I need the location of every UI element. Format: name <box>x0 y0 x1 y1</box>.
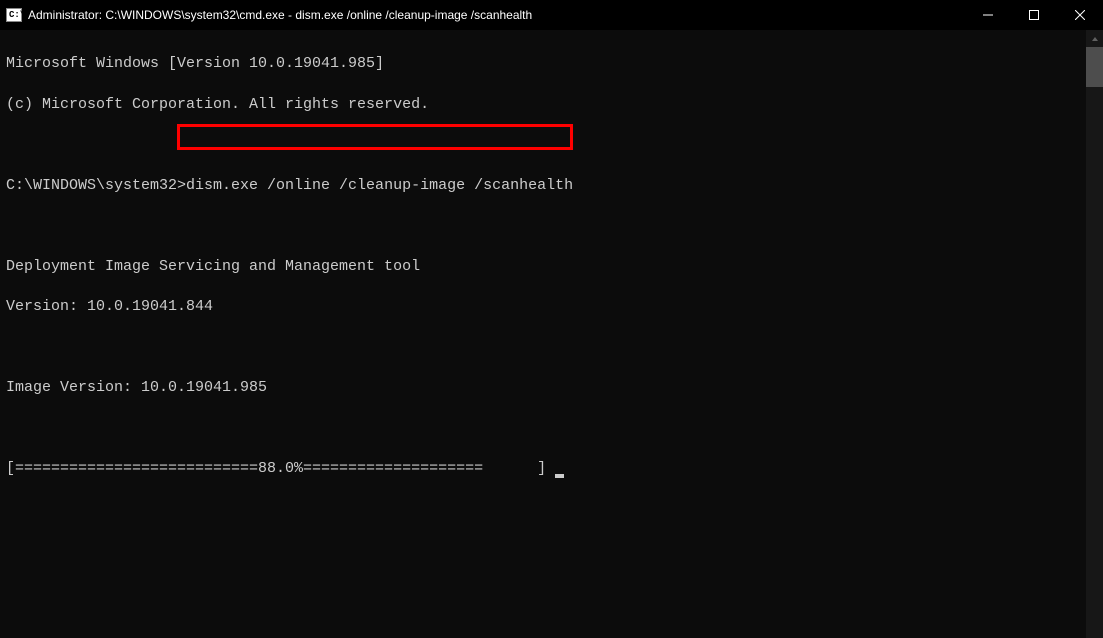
blank-line <box>6 338 1097 358</box>
maximize-button[interactable] <box>1011 0 1057 30</box>
window-titlebar[interactable]: C:\ Administrator: C:\WINDOWS\system32\c… <box>0 0 1103 30</box>
scroll-thumb[interactable] <box>1086 47 1103 87</box>
blank-line <box>6 135 1097 155</box>
cmd-icon: C:\ <box>6 8 22 22</box>
progress-bar-text: [===========================88.0%=======… <box>6 460 555 477</box>
minimize-button[interactable] <box>965 0 1011 30</box>
prompt-text: C:\WINDOWS\system32> <box>6 177 186 194</box>
cursor <box>555 474 564 478</box>
version-line: Microsoft Windows [Version 10.0.19041.98… <box>6 54 1097 74</box>
close-button[interactable] <box>1057 0 1103 30</box>
progress-line: [===========================88.0%=======… <box>6 459 1097 479</box>
window-controls <box>965 0 1103 30</box>
prompt-line: C:\WINDOWS\system32>dism.exe /online /cl… <box>6 176 1097 196</box>
blank-line <box>6 216 1097 236</box>
tool-name-line: Deployment Image Servicing and Managemen… <box>6 257 1097 277</box>
image-version-line: Image Version: 10.0.19041.985 <box>6 378 1097 398</box>
command-text: dism.exe /online /cleanup-image /scanhea… <box>186 177 573 194</box>
tool-version-line: Version: 10.0.19041.844 <box>6 297 1097 317</box>
copyright-line: (c) Microsoft Corporation. All rights re… <box>6 95 1097 115</box>
window-title: Administrator: C:\WINDOWS\system32\cmd.e… <box>28 8 532 22</box>
terminal-output[interactable]: Microsoft Windows [Version 10.0.19041.98… <box>0 30 1103 544</box>
scroll-up-button[interactable] <box>1086 30 1103 47</box>
blank-line <box>6 419 1097 439</box>
vertical-scrollbar[interactable] <box>1086 30 1103 638</box>
titlebar-left: C:\ Administrator: C:\WINDOWS\system32\c… <box>6 8 532 22</box>
